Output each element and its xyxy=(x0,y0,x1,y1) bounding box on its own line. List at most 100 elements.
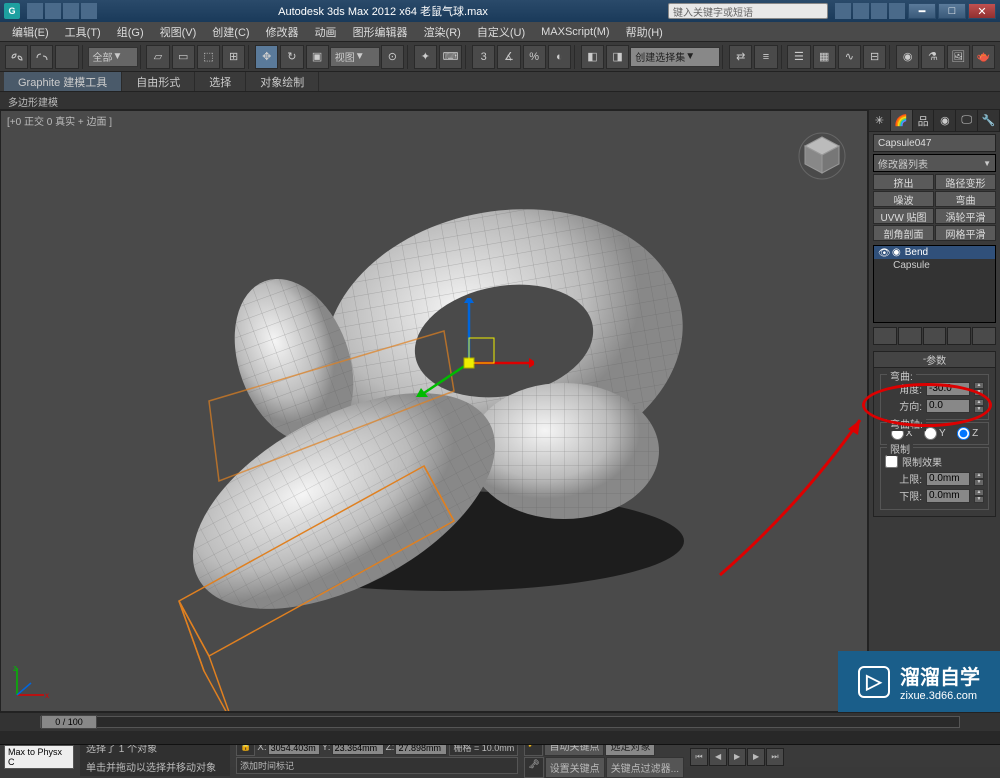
upper-spinner[interactable]: 0.0mm xyxy=(926,472,970,486)
signin-icon[interactable] xyxy=(853,3,869,19)
configure-sets-icon[interactable] xyxy=(972,327,996,345)
material-editor-icon[interactable]: ◉ xyxy=(896,45,919,69)
help-icon[interactable] xyxy=(889,3,905,19)
make-unique-icon[interactable] xyxy=(923,327,947,345)
viewcube-icon[interactable] xyxy=(797,131,847,181)
utilities-tab-icon[interactable]: 🔧 xyxy=(978,110,1000,131)
menu-grapheditors[interactable]: 图形编辑器 xyxy=(345,22,416,42)
qat-undo-icon[interactable] xyxy=(63,3,79,19)
maximize-button[interactable]: □ xyxy=(938,3,966,19)
button-noise[interactable]: 噪波 xyxy=(873,191,934,207)
button-turbosmooth[interactable]: 涡轮平滑 xyxy=(935,208,996,224)
rollout-title[interactable]: - 参数 xyxy=(874,352,995,368)
display-tab-icon[interactable]: 🖵 xyxy=(956,110,978,131)
move-icon[interactable]: ✥ xyxy=(255,45,278,69)
button-uvwmap[interactable]: UVW 贴图 xyxy=(873,208,934,224)
bind-icon[interactable] xyxy=(55,45,78,69)
schematic-icon[interactable]: ⊟ xyxy=(863,45,886,69)
refcoord-dropdown[interactable]: 视图 ▼ xyxy=(330,47,380,67)
set-key-icon[interactable]: 🗝 xyxy=(524,757,543,778)
ribbon-tab-selection[interactable]: 选择 xyxy=(195,72,246,91)
help-search-input[interactable]: 键入关键字或短语 xyxy=(668,3,828,19)
button-bend[interactable]: 弯曲 xyxy=(935,191,996,207)
motion-tab-icon[interactable]: ◉ xyxy=(934,110,956,131)
key-filters-button[interactable]: 关键点过滤器... xyxy=(606,757,684,778)
layer-manager-icon[interactable]: ☰ xyxy=(787,45,810,69)
named-selection-dropdown[interactable]: 创建选择集 ▼ xyxy=(630,47,720,67)
goto-start-icon[interactable]: ⏮ xyxy=(690,748,708,766)
axis-y-radio[interactable]: Y xyxy=(924,427,946,440)
modify-tab-icon[interactable]: 🌈 xyxy=(891,110,913,131)
goto-end-icon[interactable]: ⏭ xyxy=(766,748,784,766)
prev-frame-icon[interactable]: ◀ xyxy=(709,748,727,766)
object-name-field[interactable]: Capsule047 xyxy=(873,134,996,152)
link-icon[interactable] xyxy=(5,45,28,69)
time-ruler[interactable] xyxy=(0,731,1000,745)
scale-icon[interactable]: ▣ xyxy=(306,45,329,69)
transform-gizmo[interactable] xyxy=(404,298,534,428)
spinner-snap-icon[interactable]: ◐ xyxy=(548,45,571,69)
named-sel-next-icon[interactable]: ◨ xyxy=(606,45,629,69)
align-icon[interactable]: ≡ xyxy=(754,45,777,69)
modifier-list-dropdown[interactable]: 修改器列表 xyxy=(873,154,996,172)
select-region-icon[interactable]: ⬚ xyxy=(197,45,220,69)
limit-checkbox[interactable]: 限制效果 xyxy=(885,454,984,469)
viewport-label[interactable]: [+0 正交 0 真实 + 边面 ] xyxy=(7,113,112,128)
pin-stack-icon[interactable] xyxy=(873,327,897,345)
close-button[interactable]: ✕ xyxy=(968,3,996,19)
rotate-icon[interactable]: ↻ xyxy=(280,45,303,69)
dir-up-icon[interactable]: ▲ xyxy=(974,399,984,406)
ribbon-tab-graphite[interactable]: Graphite 建模工具 xyxy=(4,72,122,91)
angle-snap-icon[interactable]: ∡ xyxy=(497,45,520,69)
favorites-icon[interactable] xyxy=(871,3,887,19)
menu-view[interactable]: 视图(V) xyxy=(152,22,205,42)
menu-help[interactable]: 帮助(H) xyxy=(618,22,671,42)
angle-down-icon[interactable]: ▼ xyxy=(974,389,984,396)
qat-redo-icon[interactable] xyxy=(81,3,97,19)
button-extrude[interactable]: 挤出 xyxy=(873,174,934,190)
manipulate-icon[interactable]: ✦ xyxy=(414,45,437,69)
time-slider[interactable]: 0 / 100 xyxy=(0,713,1000,731)
show-end-icon[interactable] xyxy=(898,327,922,345)
window-crossing-icon[interactable]: ⊞ xyxy=(222,45,245,69)
button-bevel[interactable]: 剖角剖面 xyxy=(873,225,934,241)
menu-group[interactable]: 组(G) xyxy=(109,22,152,42)
stack-item-capsule[interactable]: Capsule xyxy=(874,259,995,272)
play-icon[interactable]: ▶ xyxy=(728,748,746,766)
create-tab-icon[interactable]: ✳ xyxy=(869,110,891,131)
mirror-icon[interactable]: ⇄ xyxy=(729,45,752,69)
set-key-button[interactable]: 设置关键点 xyxy=(545,757,605,778)
snap-icon[interactable]: 3 xyxy=(472,45,495,69)
ribbon-tab-freeform[interactable]: 自由形式 xyxy=(122,72,195,91)
render-frame-icon[interactable]: 🖼 xyxy=(947,45,970,69)
angle-spinner[interactable]: -30.0 xyxy=(926,382,970,396)
ribbon-toggle-icon[interactable]: ▦ xyxy=(813,45,836,69)
unlink-icon[interactable] xyxy=(30,45,53,69)
named-sel-prev-icon[interactable]: ◧ xyxy=(581,45,604,69)
pivot-icon[interactable]: ⊙ xyxy=(381,45,404,69)
add-time-tag[interactable]: 添加时间标记 xyxy=(236,757,518,774)
render-setup-icon[interactable]: ⚗ xyxy=(921,45,944,69)
ribbon-tab-paint[interactable]: 对象绘制 xyxy=(246,72,319,91)
menu-tools[interactable]: 工具(T) xyxy=(57,22,109,42)
select-name-icon[interactable]: ▭ xyxy=(172,45,195,69)
keyboard-shortcut-icon[interactable]: ⌨ xyxy=(439,45,462,69)
render-icon[interactable]: 🫖 xyxy=(972,45,995,69)
next-frame-icon[interactable]: ▶ xyxy=(747,748,765,766)
menu-maxscript[interactable]: MAXScript(M) xyxy=(533,24,617,40)
curve-editor-icon[interactable]: ∿ xyxy=(838,45,861,69)
menu-animation[interactable]: 动画 xyxy=(307,22,345,42)
button-pathdeform[interactable]: 路径变形 xyxy=(935,174,996,190)
percent-snap-icon[interactable]: % xyxy=(523,45,546,69)
viewport[interactable]: [+0 正交 0 真实 + 边面 ] xyxy=(0,110,868,712)
modifier-stack[interactable]: 👁 ◉ Bend Capsule xyxy=(873,245,996,323)
menu-rendering[interactable]: 渲染(R) xyxy=(416,22,469,42)
minimize-button[interactable]: ━ xyxy=(908,3,936,19)
angle-up-icon[interactable]: ▲ xyxy=(974,382,984,389)
maxscript-listener[interactable]: Max to Physx C xyxy=(4,745,74,769)
selection-filter-dropdown[interactable]: 全部 ▼ xyxy=(88,47,138,67)
menu-edit[interactable]: 编辑(E) xyxy=(4,22,57,42)
stack-item-bend[interactable]: 👁 ◉ Bend xyxy=(874,246,995,259)
qat-icon[interactable] xyxy=(27,3,43,19)
help-search-icon[interactable] xyxy=(835,3,851,19)
